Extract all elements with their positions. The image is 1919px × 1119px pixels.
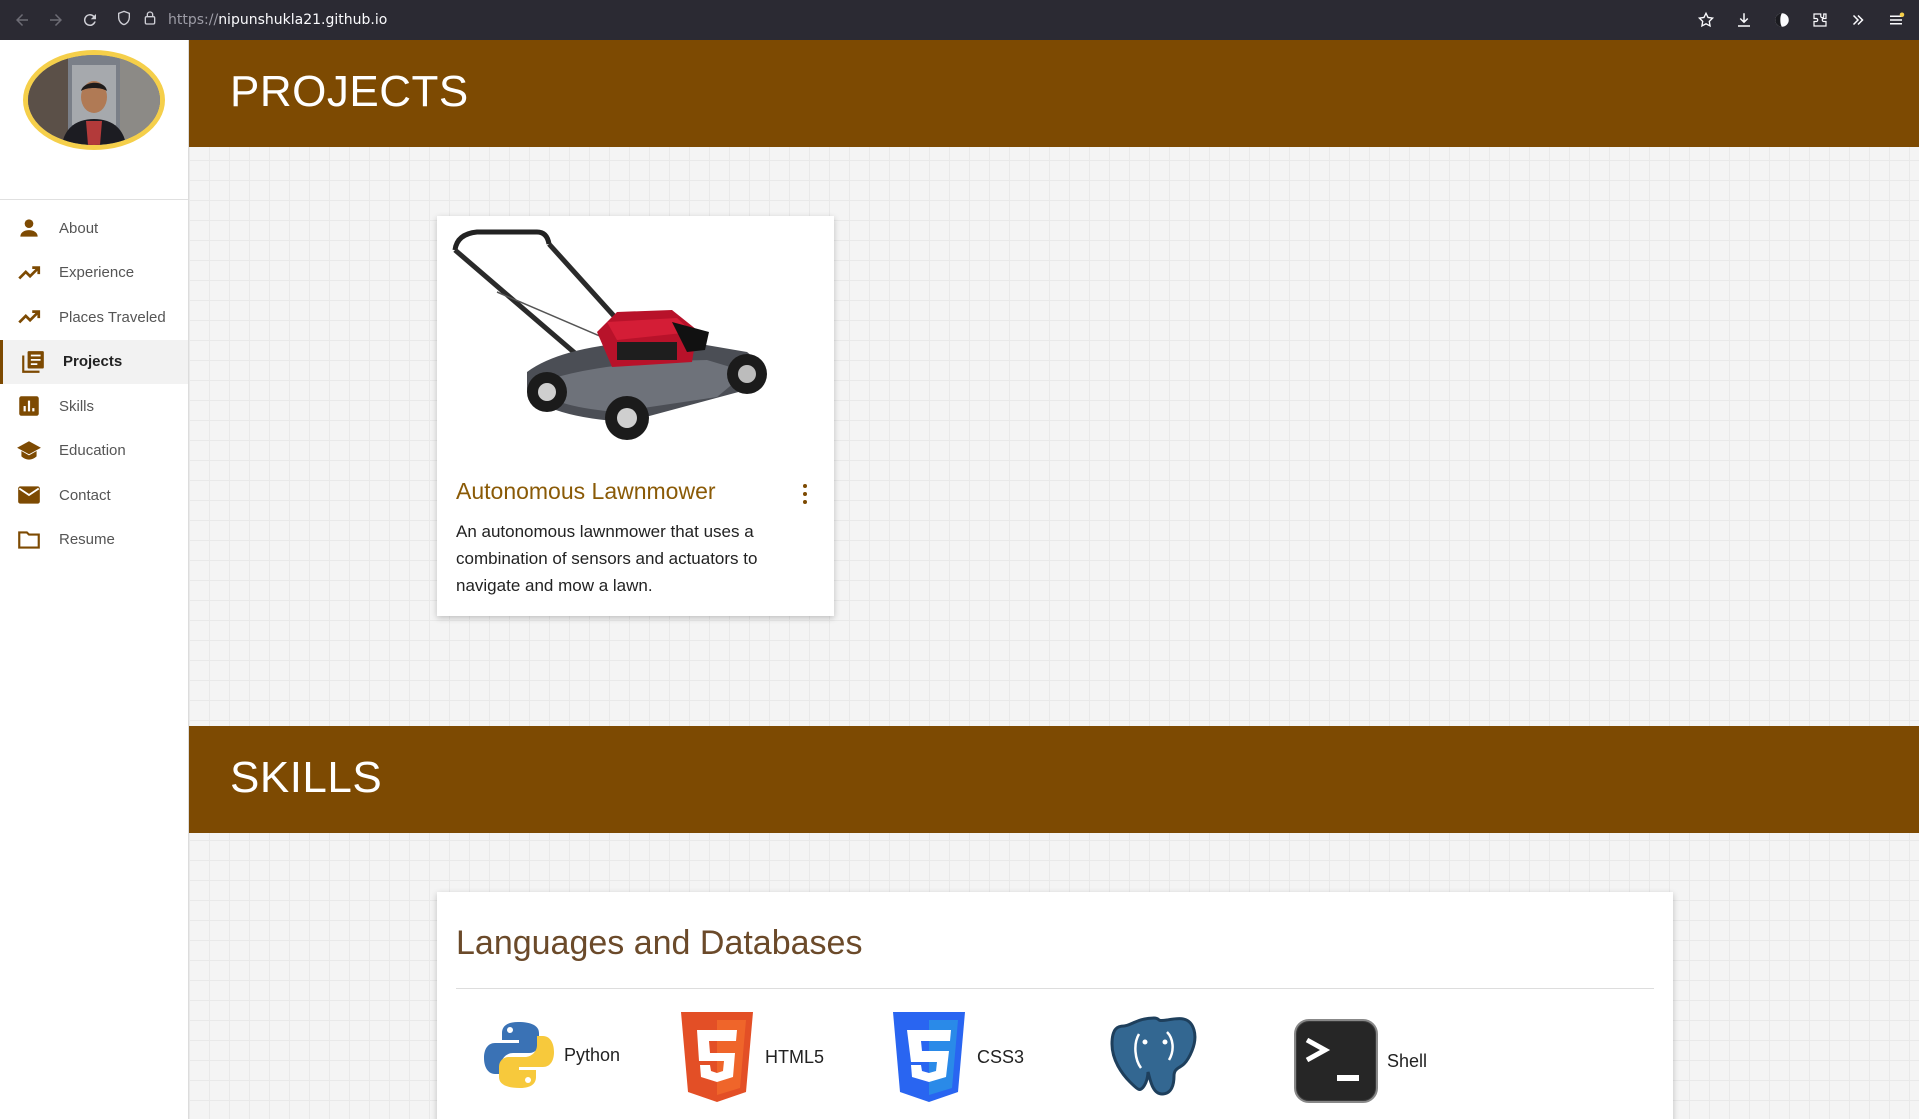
browser-toolbar: https://nipunshukla21.github.io: [0, 0, 1919, 40]
skill-label: CSS3: [977, 1046, 1025, 1067]
shield-icon[interactable]: [116, 10, 132, 30]
divider: [456, 988, 1654, 989]
profile-icon[interactable]: [1771, 9, 1793, 31]
skill-label: Shell: [1387, 1050, 1428, 1071]
sidebar-item-label: Education: [59, 442, 126, 460]
overflow-icon[interactable]: [1847, 9, 1869, 31]
skill-postgresql: [1109, 1014, 1199, 1104]
url-host: nipunshukla21.github.io: [218, 12, 388, 28]
sidebar-item-contact[interactable]: Contact: [0, 473, 188, 518]
bar-chart-icon: [19, 396, 39, 416]
trending-icon: [18, 265, 41, 280]
sidebar-item-label: About: [59, 219, 99, 237]
download-icon[interactable]: [1733, 9, 1755, 31]
extensions-icon[interactable]: [1809, 9, 1831, 31]
sidebar-item-label: Projects: [63, 353, 123, 371]
html5-icon: [681, 1012, 753, 1102]
lawnmower-image: [447, 222, 824, 452]
sidebar-item-places-traveled[interactable]: Places Traveled: [0, 295, 188, 340]
mail-icon: [18, 486, 40, 504]
skills-card-title: Languages and Databases: [456, 924, 863, 962]
skill-css3: CSS3: [889, 1012, 1024, 1102]
section-heading: SKILLS: [230, 753, 383, 802]
more-vert-icon[interactable]: [803, 484, 809, 504]
back-icon[interactable]: [10, 8, 34, 32]
folder-icon: [18, 531, 40, 549]
project-title[interactable]: Autonomous Lawnmower: [456, 478, 716, 505]
url-field[interactable]: https://nipunshukla21.github.io: [168, 12, 387, 28]
project-description: An autonomous lawnmower that uses a comb…: [456, 522, 758, 595]
projects-banner: PROJECTS: [189, 40, 1919, 147]
avatar[interactable]: [23, 50, 165, 150]
library-icon: [22, 350, 44, 373]
forward-icon[interactable]: [44, 8, 68, 32]
sidebar-item-skills[interactable]: Skills: [0, 384, 188, 429]
skills-banner: SKILLS: [189, 726, 1919, 833]
skill-html5: HTML5: [677, 1012, 824, 1102]
sidebar-item-label: Places Traveled: [59, 308, 166, 326]
sidebar-item-label: Experience: [59, 264, 135, 282]
skill-python: Python: [482, 1018, 620, 1092]
sidebar-item-label: Skills: [59, 397, 95, 415]
css3-icon: [893, 1012, 965, 1102]
skills-card: Languages and Databases Python HTML5 CSS…: [437, 892, 1673, 1119]
skill-shell: Shell: [1293, 1018, 1427, 1104]
star-icon[interactable]: [1695, 9, 1717, 31]
sidebar-item-education[interactable]: Education: [0, 429, 188, 474]
lock-icon[interactable]: [142, 10, 158, 30]
sidebar-item-label: Resume: [59, 531, 115, 549]
project-card[interactable]: Autonomous Lawnmower An autonomous lawnm…: [437, 216, 834, 616]
sidebar-item-projects[interactable]: Projects: [0, 339, 188, 384]
sidebar: About Experience Places Traveled Project…: [0, 40, 189, 1119]
sidebar-item-resume[interactable]: Resume: [0, 518, 188, 563]
skill-label: Python: [564, 1044, 621, 1065]
nav-list: About Experience Places Traveled Project…: [0, 200, 188, 562]
reload-icon[interactable]: [78, 8, 102, 32]
sidebar-item-label: Contact: [59, 486, 111, 504]
trending-icon: [18, 310, 41, 324]
section-heading: PROJECTS: [230, 67, 469, 116]
sidebar-item-about[interactable]: About: [0, 206, 188, 251]
person-icon: [20, 219, 38, 237]
terminal-icon: [1294, 1019, 1378, 1103]
menu-icon[interactable]: [1885, 9, 1907, 31]
school-icon: [17, 441, 41, 460]
sidebar-item-experience[interactable]: Experience: [0, 251, 188, 296]
avatar-container: [0, 40, 188, 200]
url-scheme: https://: [168, 12, 219, 28]
python-icon: [484, 1022, 554, 1088]
main-content: PROJECTS Autonomous Lawnmower An autonom…: [189, 40, 1919, 1119]
skill-label: HTML5: [765, 1046, 825, 1067]
postgresql-icon: [1110, 1016, 1197, 1096]
